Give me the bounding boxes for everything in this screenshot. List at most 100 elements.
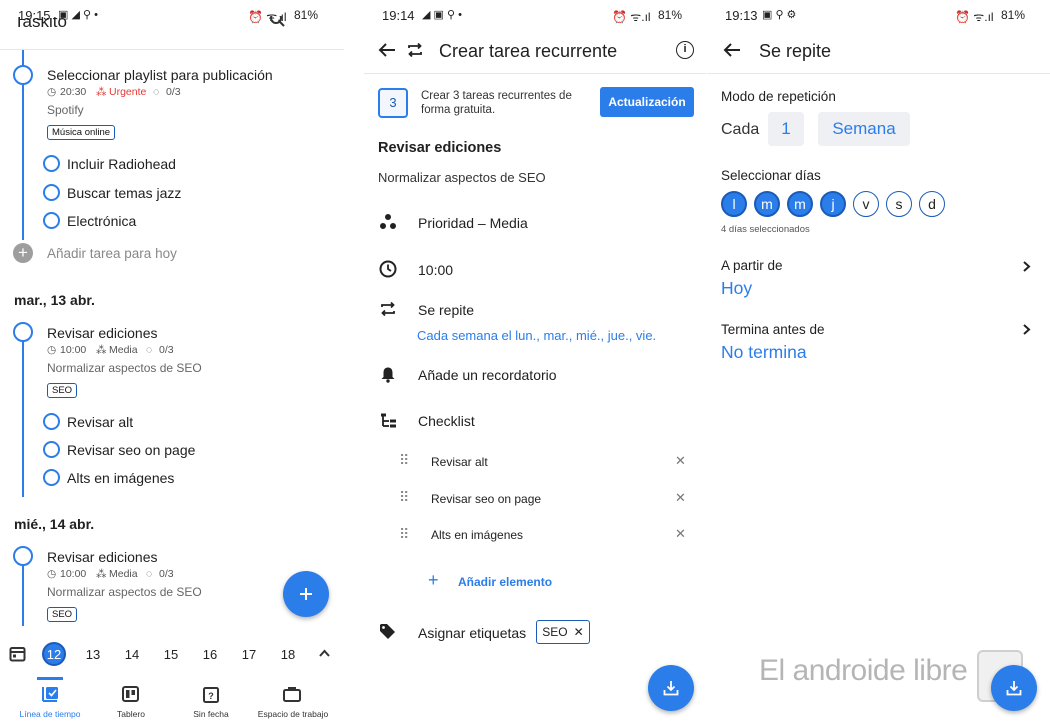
header-title: Se repite	[759, 41, 832, 61]
status-battery: 81%	[1001, 8, 1026, 22]
checklist-item[interactable]: Revisar seo on page	[431, 492, 541, 506]
progress-icon: ◌	[153, 86, 160, 98]
timeline-line	[22, 556, 24, 626]
task-title[interactable]: Seleccionar playlist para publicación	[47, 67, 273, 83]
board-nav-icon[interactable]	[122, 686, 139, 707]
workspace-nav-icon[interactable]	[283, 686, 301, 707]
timeline-screen: 19:15 ▣ ◢ ⚲ • ⏰ ᯤ.ıl 81% Taskito Selecci…	[0, 0, 344, 724]
reminder-row[interactable]: Añade un recordatorio	[418, 367, 557, 383]
assign-tags-row[interactable]: Asignar etiquetas	[418, 625, 526, 641]
checklist-item[interactable]: Revisar alt	[431, 455, 488, 469]
undated-nav-icon[interactable]: ?	[203, 686, 219, 708]
subtask-checkbox[interactable]	[43, 212, 60, 229]
task-title-field[interactable]: Revisar ediciones	[378, 140, 501, 156]
add-task-label[interactable]: Añadir tarea para hoy	[47, 246, 177, 261]
calendar-day[interactable]: 15	[160, 647, 182, 662]
nav-undated[interactable]: Sin fecha	[187, 709, 235, 719]
nav-workspace[interactable]: Espacio de trabajo	[254, 709, 332, 719]
task-note-field[interactable]: Normalizar aspectos de SEO	[378, 170, 546, 185]
calendar-day[interactable]: 16	[199, 647, 221, 662]
subtask-checkbox[interactable]	[43, 184, 60, 201]
task-note: Normalizar aspectos de SEO	[47, 361, 202, 375]
upgrade-button[interactable]: Actualización	[600, 87, 694, 117]
chevron-right-icon[interactable]	[1020, 260, 1032, 278]
task-complete-toggle[interactable]	[13, 546, 33, 566]
search-icon[interactable]	[270, 16, 286, 30]
task-progress: 0/3	[159, 344, 174, 356]
end-date-value[interactable]: No termina	[721, 342, 807, 363]
weekday-toggle[interactable]: d	[919, 191, 945, 217]
task-tag[interactable]: Música online	[47, 125, 116, 140]
plus-icon[interactable]: +	[428, 571, 439, 589]
weekday-toggle[interactable]: m	[754, 191, 780, 217]
add-task-icon[interactable]: +	[13, 243, 33, 263]
repeat-value[interactable]: Cada semana el lun., mar., mié., jue., v…	[417, 328, 656, 343]
back-arrow-icon[interactable]	[378, 42, 396, 63]
calendar-day[interactable]: 18	[277, 647, 299, 662]
progress-icon: ◌	[146, 568, 153, 580]
calendar-day[interactable]: 14	[121, 647, 143, 662]
clock-icon	[379, 260, 397, 283]
subtask-checkbox[interactable]	[43, 413, 60, 430]
subtask-label[interactable]: Electrónica	[67, 213, 136, 229]
subtask-checkbox[interactable]	[43, 469, 60, 486]
subtask-label[interactable]: Incluir Radiohead	[67, 156, 176, 172]
close-icon[interactable]: ✕	[574, 625, 584, 639]
drag-handle-icon[interactable]: ⠿	[399, 526, 409, 543]
calendar-day[interactable]: 12	[43, 647, 65, 662]
close-icon[interactable]: ✕	[675, 526, 686, 542]
timeline-nav-icon[interactable]	[42, 686, 59, 707]
weekday-toggle[interactable]: m	[787, 191, 813, 217]
subtask-checkbox[interactable]	[43, 155, 60, 172]
header-title: Crear tarea recurrente	[439, 41, 618, 61]
add-checklist-item-button[interactable]: Añadir elemento	[458, 575, 552, 589]
close-icon[interactable]: ✕	[675, 490, 686, 506]
time-row[interactable]: 10:00	[418, 262, 453, 278]
task-title[interactable]: Revisar ediciones	[47, 325, 158, 341]
back-arrow-icon[interactable]	[723, 42, 741, 63]
start-date-value[interactable]: Hoy	[721, 278, 752, 299]
info-icon[interactable]: i	[676, 41, 694, 59]
task-tag[interactable]: SEO	[47, 607, 78, 622]
calendar-icon[interactable]	[9, 645, 26, 667]
checklist-item[interactable]: Alts en imágenes	[431, 528, 523, 542]
weekday-toggle[interactable]: l	[721, 191, 747, 217]
subtask-label[interactable]: Buscar temas jazz	[67, 185, 181, 201]
date-header: mié., 14 abr.	[14, 516, 95, 532]
repeat-unit-select[interactable]: Semana	[818, 112, 910, 146]
close-icon[interactable]: ✕	[675, 453, 686, 469]
task-complete-toggle[interactable]	[13, 65, 33, 85]
save-fab[interactable]	[991, 665, 1037, 711]
repeat-row[interactable]: Se repite	[418, 302, 474, 318]
subtask-label[interactable]: Revisar alt	[67, 414, 133, 430]
chevron-right-icon[interactable]	[1020, 323, 1032, 341]
status-signal-icons: ⏰ ᯤ.ıl	[955, 10, 994, 24]
weekday-toggle[interactable]: s	[886, 191, 912, 217]
calendar-day[interactable]: 17	[238, 647, 260, 662]
save-fab[interactable]	[648, 665, 694, 711]
task-note: Spotify	[47, 103, 84, 117]
weekday-toggle[interactable]: v	[853, 191, 879, 217]
nav-board[interactable]: Tablero	[107, 709, 155, 719]
task-title[interactable]: Revisar ediciones	[47, 549, 158, 565]
app-title: Taskito	[14, 17, 67, 31]
drag-handle-icon[interactable]: ⠿	[399, 489, 409, 506]
drag-handle-icon[interactable]: ⠿	[399, 452, 409, 469]
repeat-interval-input[interactable]: 1	[768, 112, 804, 146]
add-task-fab[interactable]	[283, 571, 329, 617]
progress-icon: ◌	[146, 344, 153, 356]
subtask-label[interactable]: Revisar seo on page	[67, 442, 195, 458]
nav-timeline[interactable]: Línea de tiempo	[18, 709, 82, 719]
subtask-checkbox[interactable]	[43, 441, 60, 458]
tag-chip[interactable]: SEO ✕	[536, 620, 590, 644]
calendar-day[interactable]: 13	[82, 647, 104, 662]
task-tag[interactable]: SEO	[47, 383, 78, 398]
weekday-toggle[interactable]: j	[820, 191, 846, 217]
end-date-label[interactable]: Termina antes de	[721, 322, 825, 337]
chevron-up-icon[interactable]	[318, 647, 331, 665]
subtask-label[interactable]: Alts en imágenes	[67, 470, 174, 486]
start-date-label[interactable]: A partir de	[721, 258, 783, 273]
task-priority: Urgente	[109, 86, 147, 98]
task-complete-toggle[interactable]	[13, 322, 33, 342]
priority-row[interactable]: Prioridad – Media	[418, 215, 528, 231]
